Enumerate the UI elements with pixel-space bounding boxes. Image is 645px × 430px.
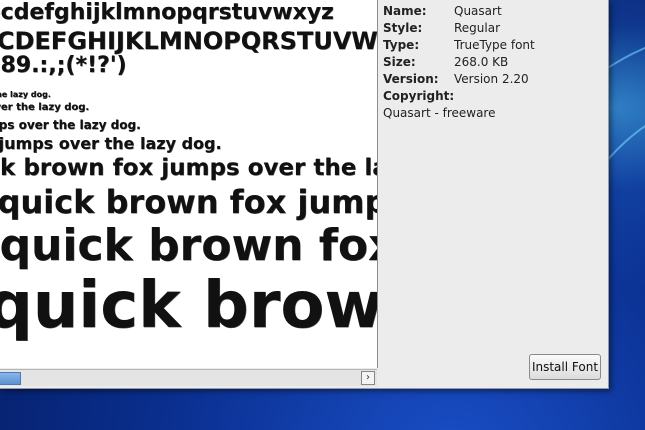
preview-digits-line: 0123456789.:,;(*!?') bbox=[0, 55, 127, 77]
name-label: Name: bbox=[383, 4, 427, 18]
size-label: Size: bbox=[383, 55, 416, 69]
preview-uppercase-line: ABCDEFGHIJKLMNOPQRSTUVWXYZ bbox=[0, 29, 377, 53]
copyright-label: Copyright: bbox=[383, 89, 455, 103]
style-label: Style: bbox=[383, 21, 423, 35]
preview-sample-size-48: The quick brown fox jumps over the lazy … bbox=[0, 224, 377, 268]
preview-sample-size-64: The quick brown fox jumps over the lazy … bbox=[0, 274, 377, 338]
font-info-panel: Name: Quasart Style: Regular Type: TrueT… bbox=[383, 3, 535, 122]
preview-sample-size-12: The quick brown fox jumps over the lazy … bbox=[0, 118, 141, 132]
preview-lowercase-line: abcdefghijklmnopqrstuvwxyz bbox=[0, 2, 334, 24]
type-label: Type: bbox=[383, 38, 420, 52]
preview-horizontal-scrollbar[interactable]: › bbox=[0, 369, 377, 386]
info-row-name: Name: Quasart bbox=[383, 3, 502, 20]
info-row-size: Size: 268.0 KB bbox=[383, 54, 508, 71]
name-value: Quasart bbox=[454, 4, 502, 18]
copyright-value: Quasart - freeware bbox=[383, 106, 496, 120]
scroll-right-arrow-icon[interactable]: › bbox=[361, 371, 375, 385]
scrollbar-thumb[interactable] bbox=[0, 372, 21, 385]
version-value: Version 2.20 bbox=[454, 72, 529, 86]
install-font-button[interactable]: Install Font bbox=[529, 354, 601, 380]
preview-sample-size-8: The quick brown fox jumps over the lazy … bbox=[0, 90, 51, 99]
version-label: Version: bbox=[383, 72, 439, 86]
preview-sample-size-24: The quick brown fox jumps over the lazy … bbox=[0, 157, 377, 180]
info-row-version: Version: Version 2.20 bbox=[383, 71, 529, 88]
style-value: Regular bbox=[454, 21, 501, 35]
preview-sample-size-16: The quick brown fox jumps over the lazy … bbox=[0, 134, 222, 153]
font-viewer-window: abcdefghijklmnopqrstuvwxyz ABCDEFGHIJKLM… bbox=[0, 0, 609, 389]
info-row-style: Style: Regular bbox=[383, 20, 500, 37]
info-row-type: Type: TrueType font bbox=[383, 37, 535, 54]
preview-sample-size-32: The quick brown fox jumps over the lazy … bbox=[0, 186, 377, 218]
info-row-copyright: Copyright: bbox=[383, 88, 496, 105]
type-value: TrueType font bbox=[454, 38, 535, 52]
font-preview-area: abcdefghijklmnopqrstuvwxyz ABCDEFGHIJKLM… bbox=[0, 0, 378, 368]
preview-sample-size-10: The quick brown fox jumps over the lazy … bbox=[0, 102, 90, 113]
size-value: 268.0 KB bbox=[454, 55, 509, 69]
